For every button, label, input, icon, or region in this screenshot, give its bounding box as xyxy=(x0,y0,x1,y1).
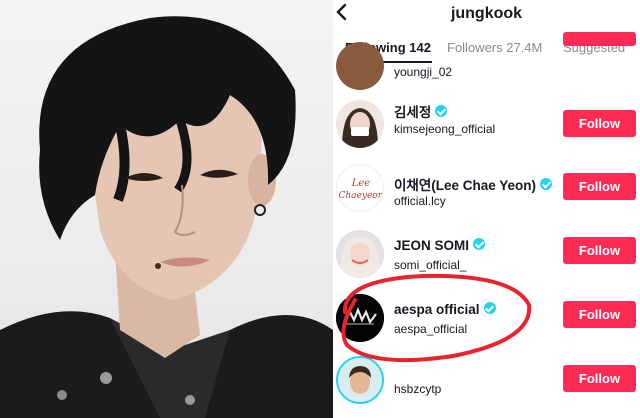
page-title: jungkook xyxy=(450,5,523,22)
verified-badge-icon xyxy=(435,105,448,117)
list-item[interactable]: Lee Chaeyeon 이채연(Lee Chae Yeon) official… xyxy=(333,160,640,224)
follow-button[interactable]: Follow xyxy=(563,173,636,200)
verified-badge-icon xyxy=(483,302,496,314)
follow-button[interactable]: Follow xyxy=(563,237,636,264)
avatar xyxy=(336,230,384,278)
follow-button[interactable]: Follow xyxy=(563,301,636,328)
header: jungkook xyxy=(333,0,640,30)
portrait-photo xyxy=(0,0,333,418)
aespa-logo xyxy=(336,294,384,342)
svg-text:Chaeyeon: Chaeyeon xyxy=(339,191,384,201)
username: youngji_02 xyxy=(394,65,453,79)
display-name: aespa official xyxy=(394,302,496,317)
follow-button[interactable]: Follow xyxy=(563,365,636,392)
svg-text:Lee: Lee xyxy=(351,178,371,189)
username: official.lcy xyxy=(394,194,446,208)
verified-badge-icon xyxy=(473,238,486,250)
avatar: Lee Chaeyeon xyxy=(336,164,384,212)
list-item[interactable]: youngji_02 xyxy=(333,32,640,100)
username: kimsejeong_official xyxy=(394,122,496,136)
list-item[interactable]: aespa official aespa_official Follow xyxy=(333,288,640,352)
follow-button[interactable] xyxy=(563,32,636,46)
username: hsbzcytp xyxy=(394,382,442,396)
username: somi_official_ xyxy=(394,258,467,272)
display-name: JEON SOMI xyxy=(394,238,486,253)
username: aespa_official xyxy=(394,322,468,336)
avatar xyxy=(336,100,384,148)
avatar xyxy=(336,356,384,404)
following-list: youngji_02 김세정 kimsejeong_official Follo… xyxy=(333,32,640,418)
following-list-panel: jungkook Following 142 Followers 27.4M S… xyxy=(333,0,640,418)
list-item[interactable]: hsbzcytp Follow xyxy=(333,352,640,416)
verified-badge-icon xyxy=(540,178,553,190)
lee-chaeyeon-logo: Lee Chaeyeon xyxy=(339,178,384,201)
follow-button[interactable]: Follow xyxy=(563,110,636,137)
display-name: 이채연(Lee Chae Yeon) xyxy=(394,174,553,194)
list-item[interactable]: JEON SOMI somi_official_ Follow xyxy=(333,224,640,288)
avatar xyxy=(336,294,384,342)
display-name: 김세정 xyxy=(394,101,448,121)
list-item[interactable]: 김세정 kimsejeong_official Follow xyxy=(333,96,640,160)
portrait-illustration xyxy=(0,16,333,418)
avatar xyxy=(336,42,384,90)
